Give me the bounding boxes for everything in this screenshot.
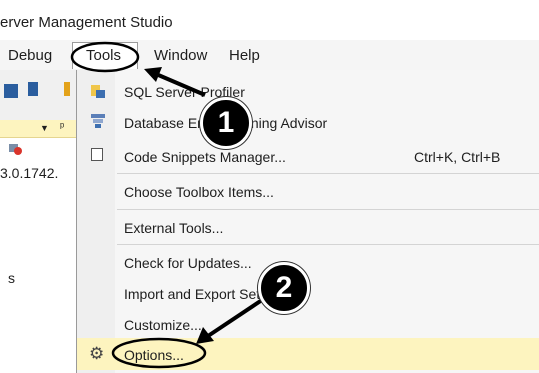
arrow-to-tools	[155, 72, 206, 97]
annotation-overlay	[70, 41, 264, 369]
tools-highlight-ellipse	[70, 41, 140, 73]
step-1-callout: 1	[200, 97, 252, 149]
options-highlight-ellipse	[111, 337, 207, 369]
arrow-to-options	[206, 298, 264, 338]
step-2-callout: 2	[258, 262, 310, 314]
